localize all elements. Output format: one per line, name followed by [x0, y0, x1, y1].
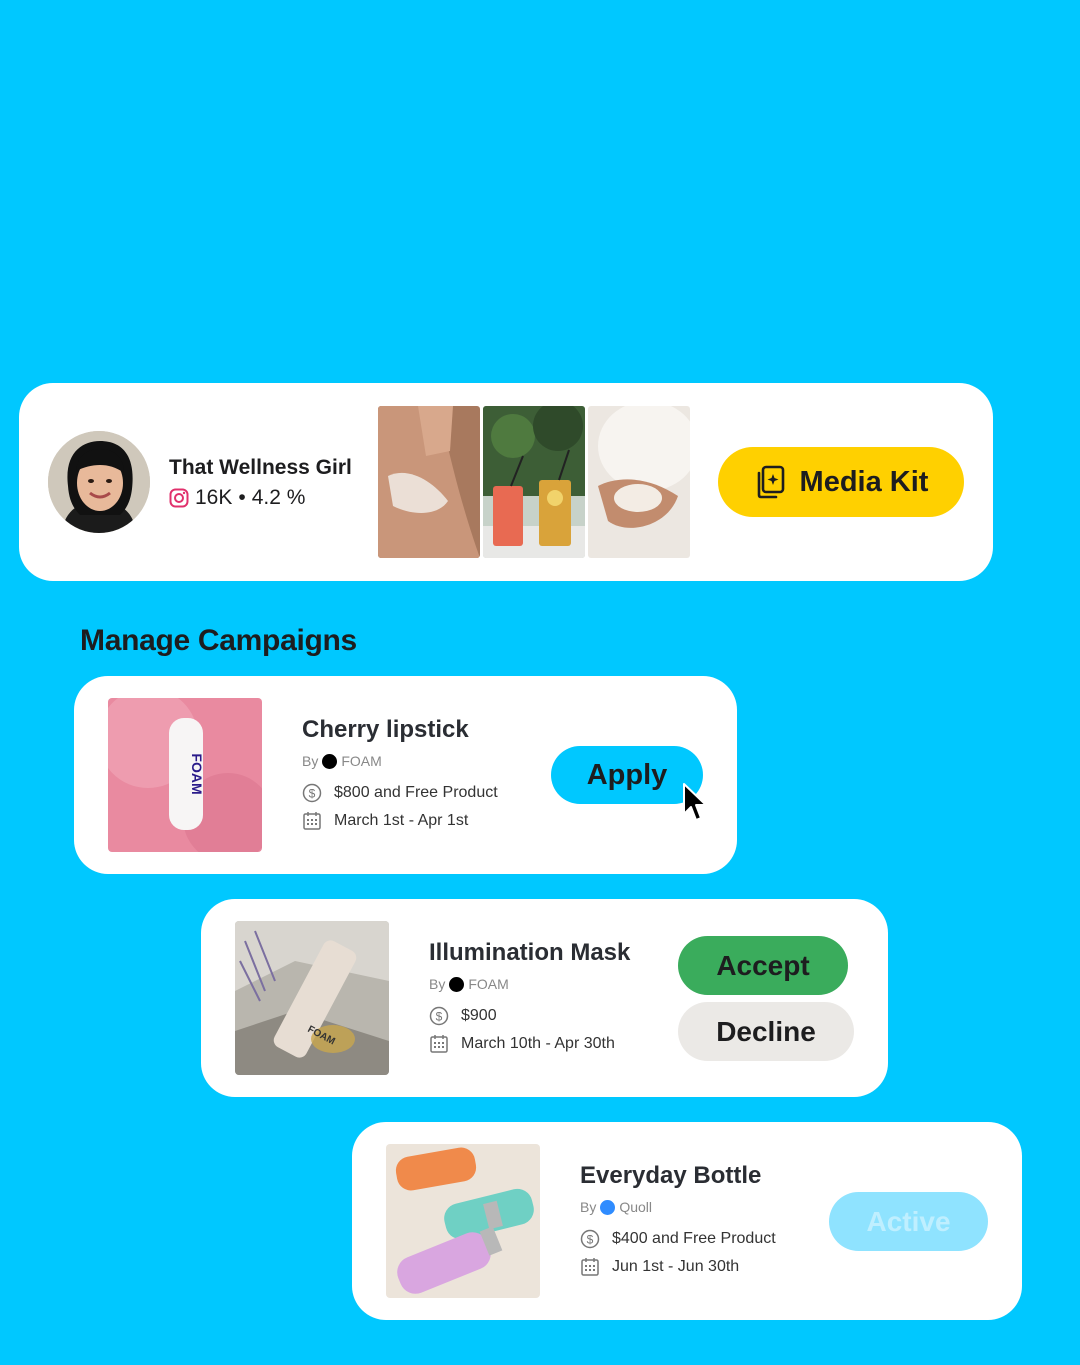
- calendar-icon: [429, 1034, 449, 1054]
- dollar-circle-icon: $: [302, 783, 322, 803]
- media-kit-button[interactable]: Media Kit: [718, 447, 964, 517]
- campaign-thumbnail: FOAM: [235, 921, 389, 1075]
- dates-text: Jun 1st - Jun 30th: [612, 1258, 740, 1275]
- campaign-title: Illumination Mask: [429, 939, 631, 966]
- decline-button[interactable]: Decline: [678, 1002, 854, 1061]
- brand-logo-dot: [600, 1199, 616, 1215]
- campaign-payment: $ $800 and Free Product: [302, 783, 498, 803]
- svg-text:FOAM: FOAM: [189, 753, 205, 794]
- campaign-thumbnail: [386, 1144, 540, 1298]
- section-title: Manage Campaigns: [80, 624, 357, 657]
- campaign-card-illumination-mask: FOAM Illumination Mask By FOAM $ $900 Ma…: [201, 899, 888, 1097]
- brand-name[interactable]: FOAM: [341, 753, 381, 769]
- campaign-title: Everyday Bottle: [580, 1162, 762, 1189]
- profile-gallery: [378, 406, 690, 558]
- gallery-photo-drinks[interactable]: [483, 406, 585, 558]
- campaign-payment: $ $900: [429, 1006, 497, 1026]
- by-label: By: [580, 1199, 597, 1215]
- payment-text: $900: [461, 1007, 497, 1024]
- campaign-dates: March 1st - Apr 1st: [302, 811, 468, 831]
- apply-button[interactable]: Apply: [551, 746, 703, 804]
- svg-text:$: $: [309, 787, 316, 801]
- campaign-dates: March 10th - Apr 30th: [429, 1034, 615, 1054]
- campaign-byline: By FOAM: [429, 976, 509, 992]
- dates-text: March 1st - Apr 1st: [334, 812, 469, 829]
- accept-button[interactable]: Accept: [678, 936, 848, 995]
- brand-name[interactable]: FOAM: [468, 976, 508, 992]
- campaign-thumbnail: FOAM: [108, 698, 262, 852]
- engagement-rate: 4.2 %: [251, 486, 306, 509]
- svg-text:$: $: [587, 1233, 594, 1247]
- campaign-title: Cherry lipstick: [302, 716, 469, 743]
- follower-count: 16K: [195, 486, 233, 509]
- profile-name: That Wellness Girl: [169, 456, 352, 479]
- gallery-photo-soap[interactable]: [588, 406, 690, 558]
- dollar-circle-icon: $: [429, 1006, 449, 1026]
- media-kit-label: Media Kit: [799, 465, 929, 498]
- campaign-dates: Jun 1st - Jun 30th: [580, 1257, 739, 1277]
- profile-card: That Wellness Girl 16K • 4.2 % Media Kit: [19, 383, 993, 581]
- active-status-badge: Active: [829, 1192, 988, 1251]
- avatar[interactable]: [48, 431, 150, 533]
- campaign-byline: By FOAM: [302, 753, 382, 769]
- campaign-card-everyday-bottle: Everyday Bottle By Quoll $ $400 and Free…: [352, 1122, 1022, 1320]
- by-label: By: [429, 976, 446, 992]
- payment-text: $400 and Free Product: [612, 1230, 776, 1247]
- brand-name[interactable]: Quoll: [619, 1199, 652, 1215]
- instagram-icon: [169, 488, 189, 508]
- brand-logo-dot: [322, 753, 338, 769]
- campaign-payment: $ $400 and Free Product: [580, 1229, 776, 1249]
- media-kit-icon: [754, 465, 786, 499]
- mouse-cursor-icon: [683, 783, 707, 821]
- payment-text: $800 and Free Product: [334, 784, 498, 801]
- stats-separator: •: [238, 486, 246, 509]
- campaign-byline: By Quoll: [580, 1199, 652, 1215]
- campaign-card-cherry-lipstick: FOAM Cherry lipstick By FOAM $ $800 and …: [74, 676, 737, 874]
- svg-text:$: $: [436, 1010, 443, 1024]
- gallery-photo-lotion[interactable]: [378, 406, 480, 558]
- calendar-icon: [580, 1257, 600, 1277]
- by-label: By: [302, 753, 319, 769]
- profile-stats: 16K • 4.2 %: [169, 486, 305, 510]
- dates-text: March 10th - Apr 30th: [461, 1035, 615, 1052]
- brand-logo-dot: [449, 976, 465, 992]
- dollar-circle-icon: $: [580, 1229, 600, 1249]
- calendar-icon: [302, 811, 322, 831]
